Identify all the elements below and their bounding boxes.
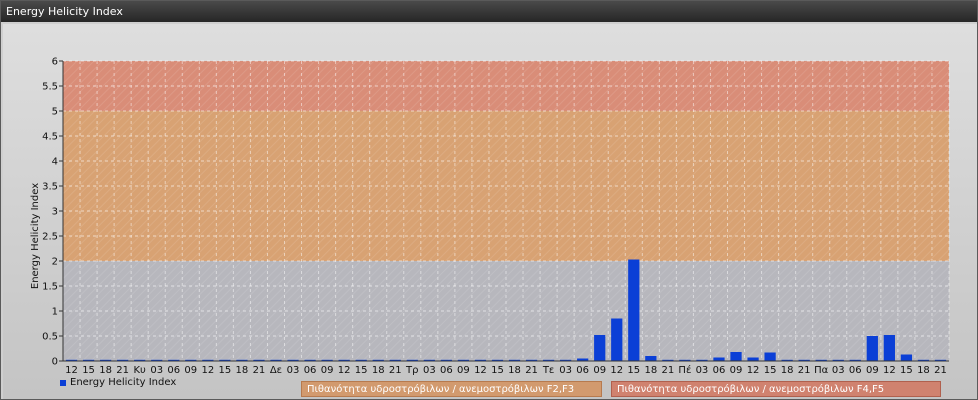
x-tick-label: 03	[696, 365, 709, 376]
y-tick-label: 5.5	[42, 82, 58, 93]
legend-swatch	[60, 379, 66, 386]
x-tick-label: 21	[934, 365, 947, 376]
bar	[747, 357, 759, 361]
x-tick-label: 12	[747, 365, 760, 376]
x-tick-label: 03	[559, 365, 572, 376]
x-tick-label: 18	[372, 365, 385, 376]
x-tick-label: 18	[236, 365, 249, 376]
x-tick-label: 18	[508, 365, 521, 376]
bar	[645, 356, 657, 361]
x-tick-label: 06	[849, 365, 862, 376]
legend: Energy Helicity Index	[60, 377, 176, 388]
x-tick-label: 15	[764, 365, 777, 376]
bar	[611, 318, 623, 361]
y-tick-label: 0	[52, 357, 58, 368]
x-tick-label: Κυ	[134, 365, 147, 376]
band-label-f4-f5: Πιθανότητα υδροστρόβιλων / ανεμοστρόβιλω…	[611, 381, 941, 397]
x-tick-label: 03	[423, 365, 436, 376]
band-label-f2-f3: Πιθανότητα υδροστρόβιλων / ανεμοστρόβιλω…	[301, 381, 602, 397]
x-tick-label: 21	[253, 365, 266, 376]
bar	[866, 336, 878, 361]
x-tick-label: 18	[99, 365, 112, 376]
x-tick-label: 12	[338, 365, 351, 376]
y-tick-label: 1	[52, 307, 58, 318]
x-tick-label: 15	[900, 365, 913, 376]
x-tick-label: 06	[304, 365, 317, 376]
x-tick-label: 21	[798, 365, 811, 376]
bar	[594, 335, 606, 361]
bar	[900, 354, 913, 361]
x-tick-label: 09	[321, 365, 334, 376]
y-tick-label: 3.5	[42, 182, 58, 193]
x-tick-label: 15	[82, 365, 95, 376]
x-tick-label: Δε	[270, 365, 282, 376]
bar	[730, 352, 742, 361]
x-tick-label: 12	[65, 365, 78, 376]
y-tick-label: 6	[52, 57, 58, 68]
x-tick-label: Τε	[542, 365, 555, 376]
y-axis-title: Energy Helicity Index	[30, 183, 41, 289]
chart-area: 0 0.5 1 1.5 2 2.5 3 3.5 4 4.5 5 5.5 6 12 15 18 21 Κυ 03 06…	[3, 24, 977, 399]
y-tick-label: 5	[52, 107, 58, 118]
window-title: Energy Helicity Index	[1, 1, 977, 22]
x-tick-label: 09	[184, 365, 197, 376]
y-tick-label: 2	[52, 257, 58, 268]
chart-window: Energy Helicity Index 0 0.5 1 1.5 2 2.5 3 3.5 4 4…	[0, 0, 978, 400]
x-tick-label: 06	[440, 365, 453, 376]
x-tick-label: 12	[474, 365, 487, 376]
x-tick-label: 12	[201, 365, 214, 376]
x-tick-label: 15	[218, 365, 231, 376]
x-tick-label: 21	[116, 365, 129, 376]
x-tick-label: 15	[491, 365, 504, 376]
y-tick-label: 4.5	[42, 132, 58, 143]
x-tick-label: 09	[457, 365, 470, 376]
legend-label: Energy Helicity Index	[70, 377, 177, 388]
x-tick-label: Πα	[814, 365, 829, 376]
bar	[713, 357, 725, 361]
x-tick-label: 09	[730, 365, 743, 376]
x-tick-label: 18	[644, 365, 657, 376]
x-tick-label: 06	[576, 365, 589, 376]
x-tick-label: 18	[781, 365, 794, 376]
x-tick-label: 06	[713, 365, 726, 376]
x-tick-label: 21	[661, 365, 674, 376]
x-tick-label: 21	[525, 365, 538, 376]
x-tick-label: 12	[883, 365, 896, 376]
x-tick-label: 09	[866, 365, 879, 376]
y-tick-label: 1.5	[42, 282, 58, 293]
x-tick-label: 21	[389, 365, 402, 376]
x-tick-label: 15	[355, 365, 368, 376]
x-tick-label: Πέ	[678, 364, 691, 376]
y-tick-label: 3	[52, 207, 58, 218]
x-tick-label: Τρ	[405, 365, 418, 376]
x-tick-label: 03	[150, 365, 163, 376]
ehi-chart: 00.511.522.533.544.555.56 12 15 18 21 Κυ 03 06…	[30, 57, 950, 376]
bar	[883, 335, 895, 361]
bar	[764, 352, 776, 361]
x-tick-label: 03	[832, 365, 845, 376]
x-tick-label: 18	[917, 365, 930, 376]
bar	[628, 259, 640, 361]
x-tick-label: 15	[627, 365, 640, 376]
y-tick-label: 4	[52, 157, 58, 168]
x-tick-label: 12	[610, 365, 623, 376]
x-tick-label: 03	[287, 365, 300, 376]
x-tick-label: 06	[167, 365, 180, 376]
x-tick-label: 09	[593, 365, 606, 376]
y-tick-label: 2.5	[42, 232, 58, 243]
y-tick-label: 0.5	[42, 332, 58, 343]
